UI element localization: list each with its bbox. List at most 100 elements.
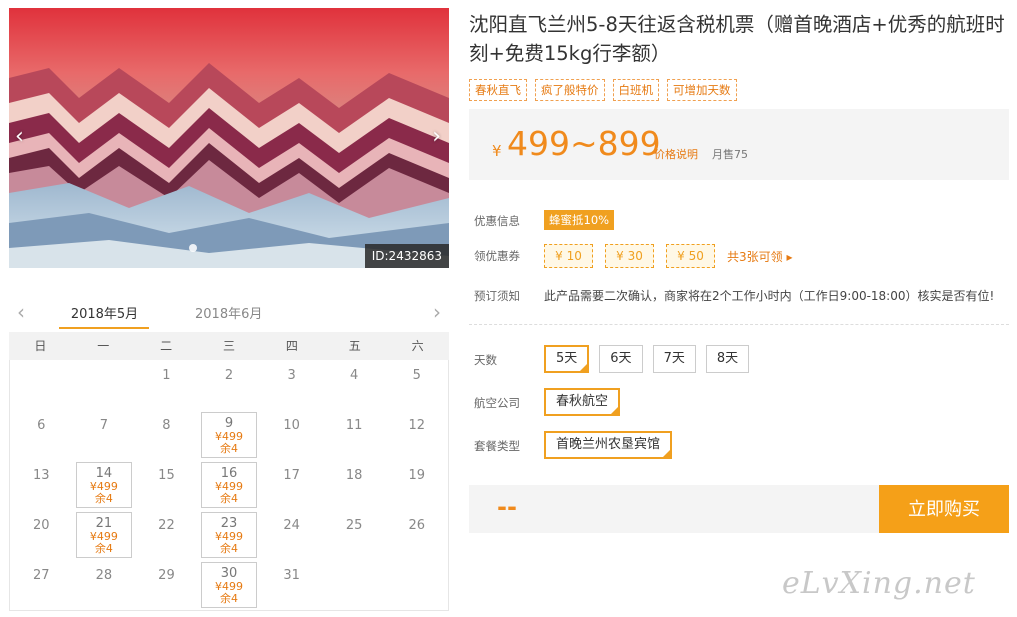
calendar-day: 26: [385, 510, 448, 560]
calendar-day: 5: [385, 360, 448, 410]
calendar-day-available[interactable]: 21 ¥499 余4: [73, 510, 136, 560]
calendar-day: 17: [260, 460, 323, 510]
tab-may-2018[interactable]: 2018年5月: [61, 303, 148, 322]
calendar-day-number: 10: [283, 418, 300, 433]
package-option-hotel[interactable]: 首晚兰州农垦宾馆: [544, 431, 673, 459]
coupon-30[interactable]: ¥ 30: [605, 244, 654, 268]
days-option-7[interactable]: 7天: [652, 345, 696, 373]
calendar-header: ‹ 2018年5月 2018年6月 ›: [9, 294, 449, 332]
calendar-day: 8: [135, 410, 198, 460]
calendar-day-number: 28: [95, 568, 113, 583]
days-option-6[interactable]: 6天: [599, 345, 643, 373]
calendar-day-number: 26: [408, 518, 426, 533]
calendar-day-number: 4: [350, 368, 359, 383]
calendar-day: 31: [260, 560, 323, 610]
calendar-day-number: 2: [224, 368, 234, 383]
coupon-label: 领优惠券: [474, 249, 520, 263]
calendar-day-number: 3: [287, 368, 296, 383]
calendar-day-number: 27: [33, 568, 50, 583]
calendar-day: 12: [385, 410, 448, 460]
calendar-day-box[interactable]: [75, 462, 133, 508]
discount-label: 优惠信息: [474, 214, 520, 228]
calendar-day: 28: [73, 560, 136, 610]
monthly-sales: 月售75: [712, 148, 748, 161]
calendar-week-row: 1 2 3 4 5: [10, 360, 448, 410]
calendar-day: 3: [260, 360, 323, 410]
calendar-day-available[interactable]: 30 ¥499 余4: [198, 560, 261, 610]
calendar-day: 10: [260, 410, 323, 460]
calendar-day: 15: [135, 460, 198, 510]
calendar-day: 7: [73, 410, 136, 460]
calendar-day-number: 25: [345, 518, 363, 533]
calendar-day-available[interactable]: 14 ¥499 余4: [73, 460, 136, 510]
coupon-more-link[interactable]: 共3张可领 ▸: [727, 248, 792, 265]
product-tags: 春秋直飞 疯了般特价 白班机 可增加天数: [469, 79, 737, 101]
days-option-8[interactable]: 8天: [705, 345, 750, 373]
calendar-day-number: 12: [408, 418, 426, 433]
calendar-day: [385, 560, 448, 610]
calendar-day-number: 29: [158, 568, 175, 583]
price-explanation-link[interactable]: 价格说明: [654, 146, 698, 162]
product-title: 沈阳直飞兰州5-8天往返含税机票（赠首晚酒店+优秀的航班时刻+免费15kg行李额…: [469, 13, 1005, 65]
product-id-badge: ID:2432863: [364, 244, 449, 268]
departure-calendar: ‹ 2018年5月 2018年6月 › 日 一 二 三 四 五 六 123456…: [9, 294, 449, 611]
tab-june-2018[interactable]: 2018年6月: [195, 303, 262, 322]
hero-photo: [9, 8, 449, 268]
airline-option-spring[interactable]: 春秋航空: [544, 388, 621, 416]
calendar-day-box[interactable]: [75, 512, 133, 558]
calendar-week-row: 27 28 29 30 ¥499 余4 31: [10, 560, 448, 610]
calendar-day: 29: [135, 560, 198, 610]
calendar-day-number: 8: [162, 418, 171, 433]
airline-label: 航空公司: [474, 396, 520, 410]
weekday-label: 日: [34, 339, 47, 353]
tag-spring-direct: 春秋直飞: [469, 79, 527, 101]
tag-crazy-deal: 疯了般特价: [535, 79, 605, 101]
calendar-day: 13: [10, 460, 73, 510]
calendar-day-box[interactable]: [200, 462, 258, 508]
calendar-day-available[interactable]: 23 ¥499 余4: [198, 510, 261, 560]
calendar-day-number: 6: [37, 418, 46, 433]
weekday-label: 一: [97, 339, 110, 353]
calendar-day: [73, 360, 136, 410]
days-option-5[interactable]: 5天: [544, 345, 590, 373]
price-range: 499~899: [507, 124, 661, 163]
calendar-day-number: 17: [283, 468, 300, 483]
total-price: --: [497, 493, 517, 521]
calendar-day: 6: [10, 410, 73, 460]
calendar-day: 2: [198, 360, 261, 410]
calendar-day: 25: [323, 510, 386, 560]
calendar-day-number: 19: [408, 468, 426, 483]
purchase-bar: -- 立即购买: [469, 485, 1009, 533]
calendar-day-box[interactable]: [200, 512, 258, 558]
coupon-50[interactable]: ¥ 50: [666, 244, 715, 268]
calendar-day: 22: [135, 510, 198, 560]
divider: [469, 324, 1009, 325]
days-label: 天数: [474, 353, 497, 367]
weekday-label: 六: [411, 339, 424, 353]
calendar-day-number: 22: [158, 518, 175, 533]
calendar-day-number: 15: [158, 468, 175, 483]
calendar-day-number: [73, 360, 136, 368]
price-panel: ¥ 499~899 价格说明 月售75: [469, 109, 1009, 180]
hero-next-icon[interactable]: ›: [432, 126, 441, 148]
calendar-day: 19: [385, 460, 448, 510]
calendar-day-number: 1: [162, 368, 171, 383]
calendar-day-available[interactable]: 9 ¥499 余4: [198, 410, 261, 460]
buy-now-button[interactable]: 立即购买: [879, 485, 1009, 533]
calendar-day-box[interactable]: [200, 412, 258, 458]
calendar-next-icon[interactable]: ›: [433, 300, 441, 324]
coupon-10[interactable]: ¥ 10: [544, 244, 593, 268]
site-watermark: eLvXing.net: [782, 566, 976, 601]
hero-pagination-dot[interactable]: [189, 244, 197, 252]
calendar-day: 1: [135, 360, 198, 410]
airline-options: 春秋航空: [544, 388, 621, 416]
calendar-day-number: [385, 560, 448, 568]
calendar-day-box[interactable]: [200, 562, 258, 608]
hero-prev-icon[interactable]: ‹: [15, 126, 24, 148]
active-tab-indicator: [59, 327, 149, 329]
calendar-grid: 1 2 3 4 5 6 7 8 9 ¥499 余4 10 11 12 13 14 ¥499 余4 15 16 ¥499 余…: [9, 360, 449, 611]
calendar-day: 24: [260, 510, 323, 560]
calendar-prev-icon[interactable]: ‹: [17, 300, 25, 324]
calendar-day-number: [323, 560, 386, 568]
calendar-day-available[interactable]: 16 ¥499 余4: [198, 460, 261, 510]
